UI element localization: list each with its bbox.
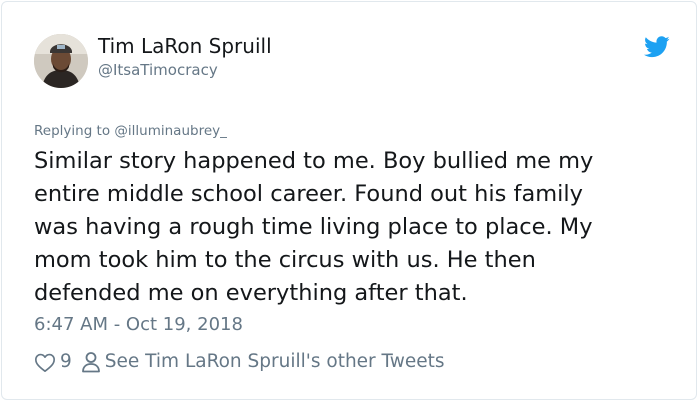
- heart-icon[interactable]: [34, 352, 56, 373]
- tweet-text-line: was having a rough time living place to …: [34, 214, 593, 240]
- author-name[interactable]: Tim LaRon Spruill: [98, 34, 272, 58]
- author-handle[interactable]: @ItsaTimocracy: [98, 61, 218, 79]
- reply-context[interactable]: Replying to @illuminaubrey_: [34, 122, 227, 140]
- tweet-text: Similar story happened to me. Boy bullie…: [34, 145, 654, 310]
- avatar[interactable]: [34, 34, 88, 88]
- like-count[interactable]: 9: [60, 349, 72, 375]
- tweet-text-line: defended me on everything after that.: [34, 280, 468, 306]
- tweet-text-line: entire middle school career. Found out h…: [34, 181, 583, 207]
- tweet-actions: 9 See Tim LaRon Spruill's other Tweets: [34, 349, 445, 375]
- other-tweets-link[interactable]: See Tim LaRon Spruill's other Tweets: [105, 349, 445, 375]
- twitter-bird-icon[interactable]: [644, 36, 670, 58]
- avatar-photo: [34, 34, 88, 88]
- tweet-card: Tim LaRon Spruill @ItsaTimocracy Replyin…: [1, 1, 697, 400]
- person-icon[interactable]: [81, 351, 101, 373]
- tweet-text-line: mom took him to the circus with us. He t…: [34, 247, 536, 273]
- tweet-text-line: Similar story happened to me. Boy bullie…: [34, 148, 594, 174]
- timestamp[interactable]: 6:47 AM - Oct 19, 2018: [34, 314, 243, 336]
